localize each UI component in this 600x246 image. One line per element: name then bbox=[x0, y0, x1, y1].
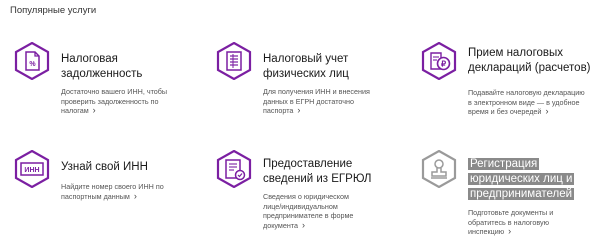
svg-text:ИНН: ИНН bbox=[24, 167, 39, 174]
service-card-business-registration[interactable]: Регистрация юридических лиц и предприним… bbox=[420, 149, 600, 240]
service-card-egrul-extract[interactable]: Предоставление сведений из ЕГРЮЛ Сведени… bbox=[215, 149, 405, 240]
chevron-right-icon: › bbox=[297, 105, 301, 116]
tax-debt-document-icon: % bbox=[13, 41, 51, 81]
service-title: Прием налоговых деклараций (расчетов) bbox=[468, 47, 591, 74]
service-card-find-inn[interactable]: ИНН Узнай свой ИНН Найдите номер своего … bbox=[13, 149, 193, 240]
service-title: Предоставление сведений из ЕГРЮЛ bbox=[263, 158, 372, 185]
svg-text:%: % bbox=[29, 61, 36, 68]
svg-text:₽: ₽ bbox=[441, 60, 446, 69]
chevron-right-icon: › bbox=[508, 226, 512, 237]
service-title: Регистрация юридических лиц и предприним… bbox=[468, 158, 575, 200]
service-title: Налоговая задолженность bbox=[61, 53, 143, 80]
service-description: Найдите номер своего ИНН по паспортным д… bbox=[61, 182, 164, 201]
declaration-ruble-icon: ₽ bbox=[420, 41, 458, 81]
service-title: Узнай свой ИНН bbox=[61, 161, 148, 173]
service-title: Налоговый учет физических лиц bbox=[263, 53, 349, 80]
chevron-right-icon: › bbox=[92, 105, 96, 116]
inn-card-icon: ИНН bbox=[13, 149, 51, 189]
section-title: Популярные услуги bbox=[10, 5, 97, 16]
registry-document-icon bbox=[215, 41, 253, 81]
egrul-certificate-icon bbox=[215, 149, 253, 189]
service-description: Сведения о юридическом лице/индивидуальн… bbox=[263, 192, 354, 230]
service-card-individual-tax-registration[interactable]: Налоговый учет физических лиц Для получе… bbox=[215, 41, 405, 132]
stamp-icon bbox=[420, 149, 458, 189]
service-description: Подготовьте документы и обратитесь в нал… bbox=[468, 208, 554, 237]
service-card-tax-debt[interactable]: % Налоговая задолженность Достаточно ваш… bbox=[13, 41, 193, 132]
service-description: Для получения ИНН и внесения данных в ЕГ… bbox=[263, 87, 370, 116]
chevron-right-icon: › bbox=[545, 106, 549, 117]
chevron-right-icon: › bbox=[133, 190, 137, 201]
service-description: Подавайте налоговую декларацию в электро… bbox=[468, 88, 585, 117]
chevron-right-icon: › bbox=[302, 219, 306, 230]
service-card-tax-declarations[interactable]: ₽ Прием налоговых деклараций (расчетов) … bbox=[420, 41, 600, 132]
service-description: Достаточно вашего ИНН, чтобы проверить з… bbox=[61, 87, 168, 116]
